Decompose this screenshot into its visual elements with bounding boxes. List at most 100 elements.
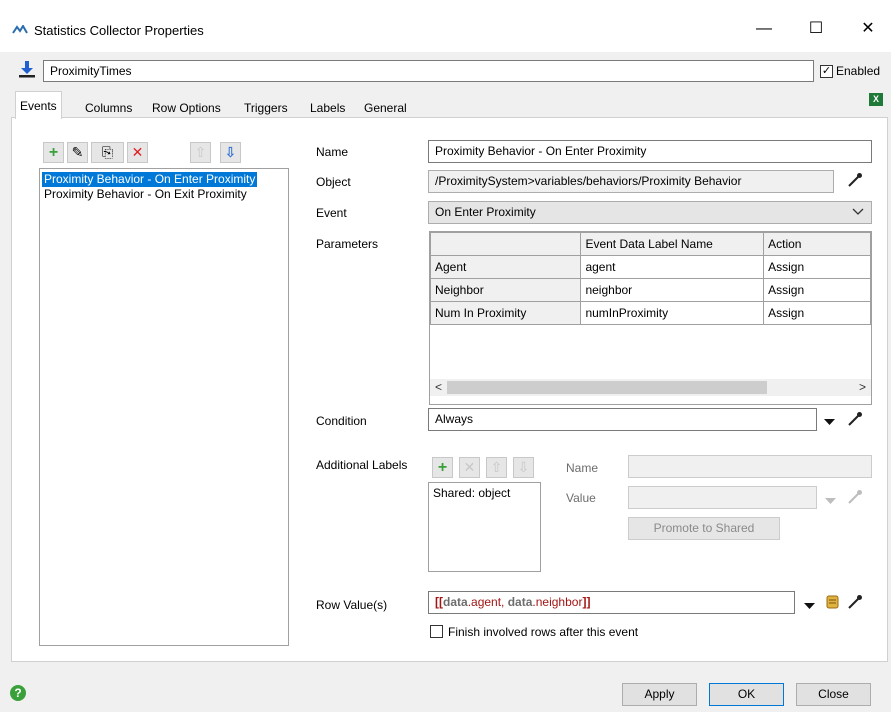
column-header: Action (763, 232, 871, 256)
tab-triggers[interactable]: Triggers (239, 95, 293, 117)
arrow-up-icon: ⇧ (194, 144, 207, 160)
code-keyword: data (507, 595, 533, 609)
column-header: Event Data Label Name (580, 232, 765, 256)
excel-export-icon[interactable]: X (869, 93, 883, 106)
list-item[interactable]: Proximity Behavior - On Enter Proximity (42, 172, 258, 187)
event-select[interactable]: On Enter Proximity (428, 201, 872, 224)
eyedropper-icon[interactable] (846, 593, 864, 614)
table-cell[interactable]: numInProximity (580, 301, 765, 325)
maximize-button[interactable]: ☐ (793, 14, 839, 44)
ok-button[interactable]: OK (709, 683, 784, 706)
label-name-label: Name (566, 461, 599, 475)
arrow-down-icon: ⇩ (224, 144, 237, 160)
table-cell[interactable]: agent (580, 255, 765, 279)
eyedropper-icon[interactable] (846, 488, 864, 509)
app-icon (12, 24, 28, 38)
script-icon[interactable] (824, 593, 842, 614)
chevron-down-icon (852, 206, 864, 220)
tab-labels[interactable]: Labels (305, 95, 350, 117)
condition-input[interactable]: Always (428, 408, 817, 431)
code-token: .agent, (467, 595, 508, 609)
list-item[interactable]: Shared: object (431, 486, 512, 501)
parameters-label: Parameters (316, 237, 379, 251)
object-label: Object (316, 175, 351, 189)
copy-icon: ⎘ (101, 144, 114, 160)
sample-event-button[interactable]: ✎ (67, 142, 88, 163)
table-cell: Agent (430, 255, 582, 279)
table-cell[interactable]: Assign (763, 301, 871, 325)
dropdown-arrow-icon[interactable] (824, 415, 835, 429)
scroll-right-icon[interactable]: > (854, 379, 871, 396)
label-down-button[interactable]: ⇩ (513, 457, 534, 478)
delete-event-button[interactable]: ✕ (127, 142, 148, 163)
plus-icon: + (48, 144, 59, 161)
event-name-input[interactable]: Proximity Behavior - On Enter Proximity (428, 140, 872, 163)
object-path-field: /ProximitySystem>variables/behaviors/Pro… (428, 170, 834, 193)
row-values-input[interactable]: [[data.agent, data.neighbor]] (428, 591, 795, 614)
add-event-button[interactable]: + (43, 142, 64, 163)
tab-row-options[interactable]: Row Options (147, 95, 226, 117)
enabled-label: Enabled (836, 64, 881, 78)
collector-name-input[interactable]: ProximityTimes (43, 60, 814, 82)
row-values-label: Row Value(s) (316, 598, 388, 612)
move-up-button[interactable]: ⇧ (190, 142, 211, 163)
window-title: Statistics Collector Properties (34, 23, 204, 38)
title-bar: Statistics Collector Properties — ☐ ✕ (0, 0, 891, 52)
arrow-up-icon: ⇧ (490, 459, 503, 475)
eyedropper-icon[interactable] (846, 410, 864, 431)
move-down-button[interactable]: ⇩ (220, 142, 241, 163)
enabled-checkbox[interactable]: ✓ (820, 65, 833, 78)
add-label-button[interactable]: + (432, 457, 453, 478)
close-window-button[interactable]: ✕ (845, 14, 891, 44)
column-header (430, 232, 582, 256)
additional-labels-list[interactable]: Shared: object (428, 482, 541, 572)
tab-general[interactable]: General (359, 95, 412, 117)
event-list[interactable]: Proximity Behavior - On Enter Proximity … (39, 168, 289, 646)
delete-label-button[interactable]: ✕ (459, 457, 480, 478)
download-icon[interactable] (18, 60, 36, 81)
table-header-row: Event Data Label Name Action (430, 232, 871, 256)
plus-icon: + (437, 459, 448, 476)
condition-label: Condition (316, 414, 367, 428)
code-token: .neighbor (532, 595, 583, 609)
scrollbar-thumb[interactable] (447, 381, 767, 394)
table-cell[interactable]: Assign (763, 278, 871, 302)
delete-icon: ✕ (131, 144, 144, 160)
label-up-button[interactable]: ⇧ (486, 457, 507, 478)
name-label: Name (316, 145, 349, 159)
code-token: [[ (435, 595, 443, 609)
finish-rows-label: Finish involved rows after this event (448, 625, 639, 639)
table-row[interactable]: Num In Proximity numInProximity Assign (430, 301, 871, 325)
table-cell: Num In Proximity (430, 301, 582, 325)
dropdown-arrow-icon[interactable] (825, 494, 836, 508)
copy-event-button[interactable]: ⎘ (91, 142, 124, 163)
eyedropper-icon[interactable] (846, 171, 864, 193)
help-icon[interactable]: ? (10, 685, 26, 701)
code-keyword: data (443, 595, 468, 609)
additional-labels-label: Additional Labels (316, 458, 408, 472)
arrow-down-icon: ⇩ (517, 459, 530, 475)
label-name-input[interactable] (628, 455, 872, 478)
tab-events[interactable]: Events (15, 91, 62, 119)
close-button[interactable]: Close (796, 683, 871, 706)
table-cell[interactable]: Assign (763, 255, 871, 279)
apply-button[interactable]: Apply (622, 683, 697, 706)
promote-to-shared-button[interactable]: Promote to Shared (628, 517, 780, 540)
dropdown-arrow-icon[interactable] (804, 599, 815, 613)
horizontal-scrollbar[interactable]: < > (430, 379, 871, 396)
table-row[interactable]: Agent agent Assign (430, 255, 871, 279)
minimize-button[interactable]: — (741, 14, 787, 44)
table-cell: Neighbor (430, 278, 582, 302)
scroll-left-icon[interactable]: < (430, 379, 447, 396)
label-value-input[interactable] (628, 486, 817, 509)
code-token: ]] (582, 595, 591, 609)
label-value-label: Value (566, 491, 596, 505)
event-select-value: On Enter Proximity (435, 205, 536, 219)
delete-icon: ✕ (463, 459, 476, 475)
table-cell[interactable]: neighbor (580, 278, 765, 302)
list-item[interactable]: Proximity Behavior - On Exit Proximity (42, 187, 249, 202)
finish-rows-checkbox[interactable] (430, 625, 443, 638)
table-row[interactable]: Neighbor neighbor Assign (430, 278, 871, 302)
tab-columns[interactable]: Columns (80, 95, 137, 117)
eyedropper-icon: ✎ (71, 144, 84, 160)
